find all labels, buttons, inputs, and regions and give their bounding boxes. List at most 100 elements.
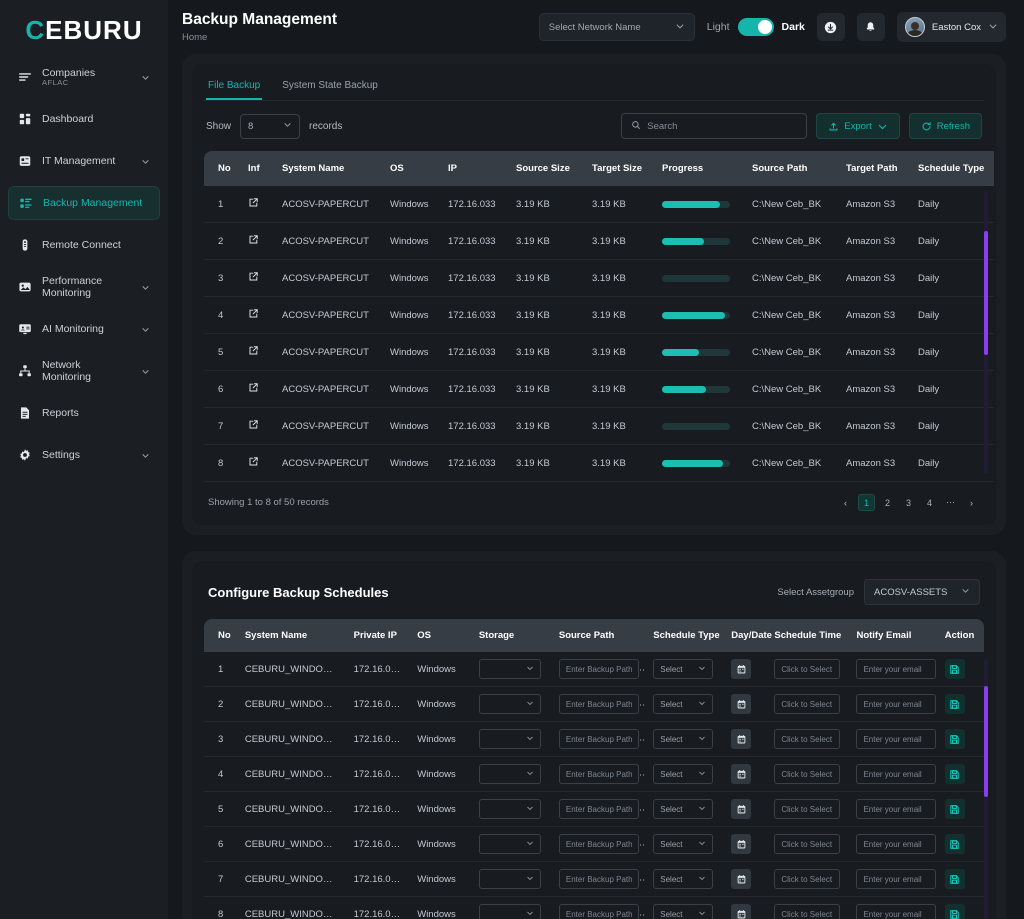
sidebar-item-reports[interactable]: Reports <box>8 396 160 430</box>
external-link-icon[interactable] <box>248 382 259 393</box>
save-schedule-button[interactable] <box>944 869 965 889</box>
download-button[interactable] <box>816 13 845 41</box>
schedule-time-input[interactable] <box>774 799 841 819</box>
pagination-page-1[interactable]: 1 <box>858 494 875 511</box>
schedule-time-input[interactable] <box>774 764 841 784</box>
pagination-page-4[interactable]: 4 <box>921 494 938 511</box>
table-row[interactable]: 5 ACOSV-PAPERCUT Windows 172.16.033 3.19 KB 3… <box>204 333 994 371</box>
table-row[interactable]: 2 ACOSV-PAPERCUT Windows 172.16.033 3.19 KB 3… <box>204 222 994 260</box>
cell-inf[interactable] <box>240 370 274 408</box>
external-link-icon[interactable] <box>248 308 259 319</box>
notify-email-input[interactable] <box>856 729 937 749</box>
save-schedule-button[interactable] <box>944 799 965 819</box>
schedule-type-select[interactable]: Select <box>653 729 714 749</box>
sidebar-item-settings[interactable]: Settings <box>8 438 160 472</box>
cell-inf[interactable] <box>240 222 274 260</box>
schedule-time-input[interactable] <box>774 694 841 714</box>
table-row[interactable]: 1 ACOSV-PAPERCUT Windows 172.16.033 3.19 KB 3… <box>204 186 994 223</box>
export-button[interactable]: Export <box>816 113 900 139</box>
storage-select[interactable] <box>478 694 541 714</box>
storage-select[interactable] <box>478 799 541 819</box>
source-path-input[interactable] <box>558 764 639 784</box>
notifications-button[interactable] <box>856 13 885 41</box>
cell-inf[interactable] <box>240 186 274 223</box>
external-link-icon[interactable] <box>248 456 259 467</box>
external-link-icon[interactable] <box>248 234 259 245</box>
day-date-picker-button[interactable] <box>731 869 752 889</box>
sidebar-item-ai-monitoring[interactable]: AI Monitoring <box>8 312 160 346</box>
table-row[interactable]: 3 ACOSV-PAPERCUT Windows 172.16.033 3.19 KB 3… <box>204 259 994 297</box>
theme-switch[interactable] <box>737 18 774 36</box>
source-path-input[interactable] <box>558 694 639 714</box>
notify-email-input[interactable] <box>856 659 937 679</box>
pagination-page-3[interactable]: 3 <box>900 494 917 511</box>
schedule-type-select[interactable]: Select <box>653 659 714 679</box>
assetgroup-select[interactable]: ACOSV-ASSETS <box>864 579 980 605</box>
table-row[interactable]: 3CEBURU_WINDOWS10172.16.0.18Windows Selec… <box>204 721 984 757</box>
external-link-icon[interactable] <box>248 197 259 208</box>
table-row[interactable]: 7 ACOSV-PAPERCUT Windows 172.16.033 3.19 KB 3… <box>204 407 994 445</box>
table-row[interactable]: 6 ACOSV-PAPERCUT Windows 172.16.033 3.19 KB 3… <box>204 370 994 408</box>
app-logo[interactable]: CEBURU <box>0 8 168 52</box>
schedule-type-select[interactable]: Select <box>653 869 714 889</box>
schedule-time-input[interactable] <box>774 834 841 854</box>
storage-select[interactable] <box>478 869 541 889</box>
source-path-input[interactable] <box>558 904 639 919</box>
sidebar-item-dashboard[interactable]: Dashboard <box>8 102 160 136</box>
refresh-button[interactable]: Refresh <box>908 113 982 139</box>
table-row[interactable]: 5CEBURU_WINDOWS10172.16.0.18Windows Selec… <box>204 791 984 827</box>
cell-inf[interactable] <box>240 296 274 334</box>
cell-inf[interactable] <box>240 407 274 445</box>
network-name-select[interactable]: Select Network Name <box>538 13 695 41</box>
save-schedule-button[interactable] <box>944 729 965 749</box>
save-schedule-button[interactable] <box>944 834 965 854</box>
table-row[interactable]: 6CEBURU_WINDOWS10172.16.0.18Windows Selec… <box>204 826 984 862</box>
sidebar-item-remote-connect[interactable]: Remote Connect <box>8 228 160 262</box>
save-schedule-button[interactable] <box>944 764 965 784</box>
pagination-prev[interactable]: ‹ <box>837 494 854 511</box>
sidebar-item-companies[interactable]: Companies AFLAC <box>8 60 160 94</box>
day-date-picker-button[interactable] <box>731 764 752 784</box>
table-row[interactable]: 1CEBURU_WINDOWS10172.16.0.18Windows Selec… <box>204 652 984 687</box>
cell-inf[interactable] <box>240 444 274 482</box>
cell-inf[interactable] <box>240 259 274 297</box>
day-date-picker-button[interactable] <box>731 904 752 919</box>
source-path-input[interactable] <box>558 869 639 889</box>
notify-email-input[interactable] <box>856 869 937 889</box>
table-row[interactable]: 7CEBURU_WINDOWS10172.16.0.18Windows Selec… <box>204 861 984 897</box>
sidebar-item-it-management[interactable]: IT Management <box>8 144 160 178</box>
schedule-time-input[interactable] <box>774 869 841 889</box>
table-row[interactable]: 8 ACOSV-PAPERCUT Windows 172.16.033 3.19 KB 3… <box>204 444 994 482</box>
save-schedule-button[interactable] <box>944 694 965 714</box>
save-schedule-button[interactable] <box>944 904 965 919</box>
source-path-input[interactable] <box>558 799 639 819</box>
day-date-picker-button[interactable] <box>731 694 752 714</box>
pagination-next[interactable]: › <box>963 494 980 511</box>
tab-system-state-backup[interactable]: System State Backup <box>280 76 380 100</box>
storage-select[interactable] <box>478 834 541 854</box>
table-row[interactable]: 2CEBURU_WINDOWS10172.16.0.18Windows Selec… <box>204 686 984 722</box>
tab-file-backup[interactable]: File Backup <box>206 76 263 100</box>
pagination-page-2[interactable]: 2 <box>879 494 896 511</box>
save-schedule-button[interactable] <box>944 659 965 679</box>
external-link-icon[interactable] <box>248 271 259 282</box>
schedule-time-input[interactable] <box>774 904 841 919</box>
source-path-input[interactable] <box>558 659 639 679</box>
notify-email-input[interactable] <box>856 904 937 919</box>
search-box[interactable] <box>621 113 808 139</box>
schedules-table-scrollbar[interactable] <box>984 659 988 919</box>
cell-inf[interactable] <box>240 333 274 371</box>
storage-select[interactable] <box>478 729 541 749</box>
sidebar-item-backup-management[interactable]: Backup Management <box>8 186 160 220</box>
source-path-input[interactable] <box>558 729 639 749</box>
table-row[interactable]: 4CEBURU_WINDOWS10172.16.0.18Windows Selec… <box>204 756 984 792</box>
scrollbar-thumb[interactable] <box>984 685 988 797</box>
backup-table-scrollbar[interactable] <box>984 191 988 474</box>
search-input[interactable] <box>647 120 798 132</box>
storage-select[interactable] <box>478 764 541 784</box>
sidebar-item-performance-monitoring[interactable]: Performance Monitoring <box>8 270 160 304</box>
schedule-time-input[interactable] <box>774 729 841 749</box>
source-path-input[interactable] <box>558 834 639 854</box>
external-link-icon[interactable] <box>248 345 259 356</box>
schedule-type-select[interactable]: Select <box>653 904 714 919</box>
